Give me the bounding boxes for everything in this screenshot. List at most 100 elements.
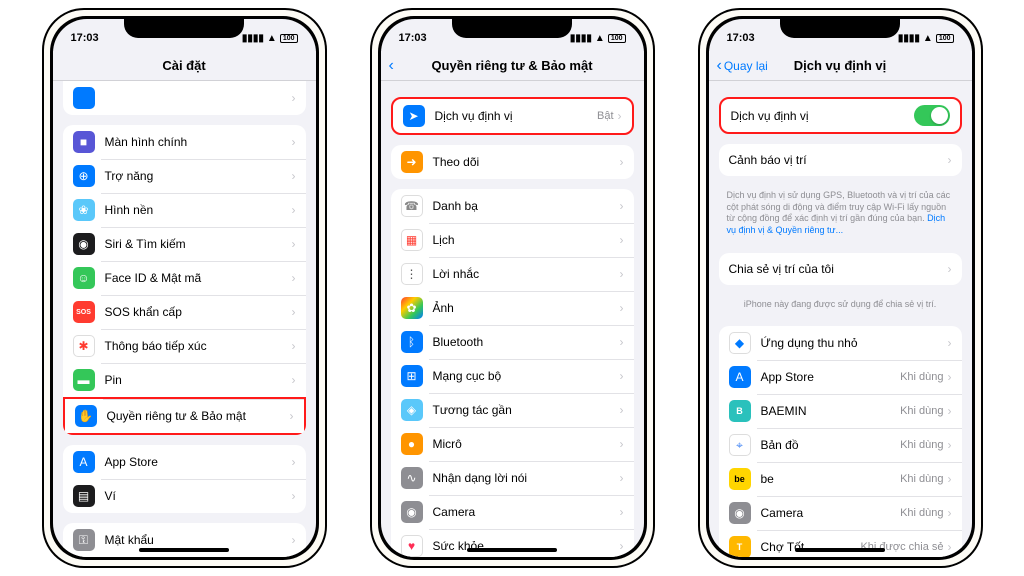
chevron-right-icon: › xyxy=(620,437,624,451)
appstore-icon: A xyxy=(729,366,751,388)
siri-icon: ◉ xyxy=(73,233,95,255)
row-label: Dịch vụ định vị xyxy=(435,109,597,123)
row-label: Mạng cục bộ xyxy=(433,369,620,383)
item-camera[interactable]: ◉Camera› xyxy=(391,495,634,529)
chevron-right-icon: › xyxy=(292,271,296,285)
item-privacy[interactable]: ✋Quyền riêng tư & Bảo mật› xyxy=(63,397,306,435)
nav-bar: ‹ Quyền riêng tư & Bảo mật xyxy=(381,51,644,81)
battery-icon: 100 xyxy=(936,34,954,43)
chevron-right-icon: › xyxy=(292,455,296,469)
item-mic[interactable]: ●Micrô› xyxy=(391,427,634,461)
item-health[interactable]: ♥Sức khỏe› xyxy=(391,529,634,557)
item-wallpaper[interactable]: ❀ Hình nền› xyxy=(63,193,306,227)
home-indicator[interactable] xyxy=(467,548,557,552)
chevron-right-icon: › xyxy=(948,472,952,486)
footer-text: Dịch vụ định vị sử dụng GPS, Bluetooth v… xyxy=(709,186,972,243)
app-baemin[interactable]: BBAEMINKhi dùng› xyxy=(719,394,962,428)
location-icon: ➤ xyxy=(403,105,425,127)
row-detail: Khi dùng xyxy=(900,371,943,383)
item-speech[interactable]: ∿Nhận dạng lời nói› xyxy=(391,461,634,495)
row-detail: Khi dùng xyxy=(900,405,943,417)
row-label: Mật khẩu xyxy=(105,533,292,547)
chevron-right-icon: › xyxy=(292,203,296,217)
row-location-toggle[interactable]: Dịch vụ định vị xyxy=(721,99,960,132)
chevron-right-icon: › xyxy=(948,540,952,554)
row-detail: Khi dùng xyxy=(900,439,943,451)
share-group: Chia sẻ vị trí của tôi › xyxy=(719,253,962,285)
scroll-content[interactable]: Dịch vụ định vị Cảnh báo vị trí › Dịch v… xyxy=(709,81,972,557)
chevron-right-icon: › xyxy=(292,489,296,503)
item-tracking[interactable]: ➜Theo dõi› xyxy=(391,145,634,179)
app-be[interactable]: bebeKhi dùng› xyxy=(719,462,962,496)
scroll-content[interactable]: › ■Màn hình chính› ⊕Trợ năng› ❀Hình nền›… xyxy=(53,81,316,557)
wifi-icon: ▲ xyxy=(267,33,277,44)
signal-icon: ▮▮▮▮ xyxy=(242,33,264,44)
item-localnet[interactable]: ⊞Mạng cục bộ› xyxy=(391,359,634,393)
chevron-right-icon: › xyxy=(292,135,296,149)
chevron-right-icon: › xyxy=(292,237,296,251)
app-appstore[interactable]: AApp StoreKhi dùng› xyxy=(719,360,962,394)
chevron-right-icon: › xyxy=(620,233,624,247)
app-maps[interactable]: ⌖Bản đồKhi dùng› xyxy=(719,428,962,462)
item-siri[interactable]: ◉Siri & Tìm kiếm› xyxy=(63,227,306,261)
health-icon: ♥ xyxy=(401,535,423,557)
item-contacts[interactable]: ☎Danh bạ› xyxy=(391,189,634,223)
row-label: Bản đồ xyxy=(761,438,901,452)
battery-icon: ▬ xyxy=(73,369,95,391)
page-title: Dịch vụ định vị xyxy=(794,58,886,73)
item-exposure[interactable]: ✱Thông báo tiếp xúc› xyxy=(63,329,306,363)
screen-settings: 17:03 ▮▮▮▮ ▲ 100 Cài đặt › ■Màn hình chí… xyxy=(53,19,316,557)
list-item[interactable]: › xyxy=(63,81,306,115)
faceid-icon: ☺ xyxy=(73,267,95,289)
be-icon: be xyxy=(729,468,751,490)
item-reminders[interactable]: ⋮Lời nhắc› xyxy=(391,257,634,291)
item-location-services[interactable]: ➤Dịch vụ định vịBật› xyxy=(393,99,632,133)
wallpaper-icon: ❀ xyxy=(73,199,95,221)
app-chotot[interactable]: TChợ TốtKhi được chia sẻ› xyxy=(719,530,962,557)
sos-icon: SOS xyxy=(73,301,95,323)
item-appstore[interactable]: AApp Store› xyxy=(63,445,306,479)
row-label: Hình nền xyxy=(105,203,292,217)
item-battery[interactable]: ▬Pin› xyxy=(63,363,306,397)
wallet-icon: ▤ xyxy=(73,485,95,507)
item-sos[interactable]: SOSSOS khẩn cấp› xyxy=(63,295,306,329)
item-accessibility[interactable]: ⊕ Trợ năng› xyxy=(63,159,306,193)
appstore-icon: A xyxy=(73,451,95,473)
signal-icon: ▮▮▮▮ xyxy=(898,33,920,44)
back-button[interactable]: ‹Quay lại xyxy=(717,58,768,74)
home-indicator[interactable] xyxy=(139,548,229,552)
item-photos[interactable]: ✿Ảnh› xyxy=(391,291,634,325)
item-calendar[interactable]: ▦Lịch› xyxy=(391,223,634,257)
signal-icon: ▮▮▮▮ xyxy=(570,33,592,44)
app-clips[interactable]: ◆Ứng dụng thu nhỏ› xyxy=(719,326,962,360)
item-wallet[interactable]: ▤Ví› xyxy=(63,479,306,513)
item-faceid[interactable]: ☺Face ID & Mật mã› xyxy=(63,261,306,295)
scroll-content[interactable]: ➤Dịch vụ định vịBật› ➜Theo dõi› ☎Danh bạ… xyxy=(381,81,644,557)
chevron-right-icon: › xyxy=(948,506,952,520)
item-bluetooth[interactable]: ᛒBluetooth› xyxy=(391,325,634,359)
accessibility-icon: ⊕ xyxy=(73,165,95,187)
row-label: Ảnh xyxy=(433,301,620,315)
row-label: Trợ năng xyxy=(105,169,292,183)
chevron-right-icon: › xyxy=(948,404,952,418)
chevron-right-icon: › xyxy=(620,403,624,417)
privacy-icon: ✋ xyxy=(75,405,97,427)
home-indicator[interactable] xyxy=(795,548,885,552)
camera-icon: ◉ xyxy=(729,502,751,524)
back-button[interactable]: ‹ xyxy=(389,58,394,74)
item-nearby[interactable]: ◈Tương tác gần› xyxy=(391,393,634,427)
row-label: SOS khẩn cấp xyxy=(105,305,292,319)
chevron-right-icon: › xyxy=(292,169,296,183)
app-camera[interactable]: ◉CameraKhi dùng› xyxy=(719,496,962,530)
row-location-alerts[interactable]: Cảnh báo vị trí › xyxy=(719,144,962,176)
row-share-location[interactable]: Chia sẻ vị trí của tôi › xyxy=(719,253,962,285)
notch xyxy=(780,16,900,38)
item-home-screen[interactable]: ■Màn hình chính› xyxy=(63,125,306,159)
row-label: Nhận dạng lời nói xyxy=(433,471,620,485)
row-label: Thông báo tiếp xúc xyxy=(105,339,292,353)
chevron-right-icon: › xyxy=(292,91,296,105)
bluetooth-icon: ᛒ xyxy=(401,331,423,353)
toggle-switch[interactable] xyxy=(914,105,950,126)
location-group: Cảnh báo vị trí › xyxy=(719,144,962,176)
camera-icon: ◉ xyxy=(401,501,423,523)
